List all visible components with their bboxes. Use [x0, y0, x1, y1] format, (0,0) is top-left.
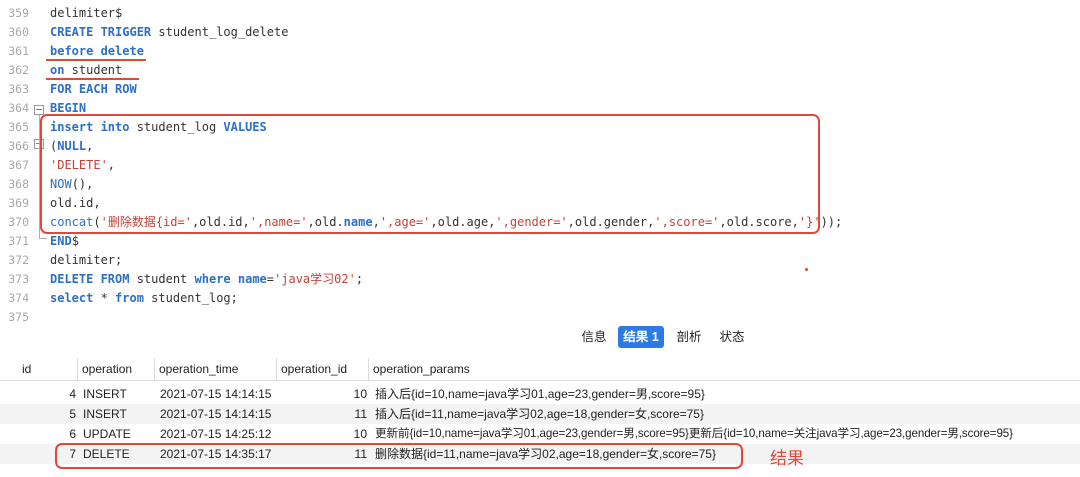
code-token: END	[50, 234, 72, 248]
code-token: student_log;	[143, 291, 238, 305]
line-number: 364	[8, 101, 29, 115]
line-number: 368	[8, 177, 29, 191]
code-token: ));	[820, 215, 843, 229]
line-number: 372	[8, 253, 29, 267]
column-header-operation-params[interactable]: operation_params	[368, 358, 1080, 380]
line-number: 363	[8, 82, 29, 96]
code-text: select * from student_log;	[50, 289, 238, 308]
code-token: delimiter$	[50, 6, 123, 20]
table-row[interactable]: 5 INSERT 2021-07-15 14:14:15 11 插入后{id=1…	[0, 404, 1080, 424]
cell-operation-time: 2021-07-15 14:14:15	[160, 407, 272, 421]
underline-on-student	[46, 78, 139, 80]
code-line[interactable]: 360 CREATE TRIGGER student_log_delete	[0, 23, 1080, 42]
code-token: CREATE TRIGGER	[50, 25, 152, 39]
line-number: 362	[8, 63, 29, 77]
code-token: DELETE FROM	[50, 272, 130, 286]
code-line[interactable]: 371 END$	[0, 232, 1080, 251]
cell-operation: INSERT	[83, 407, 127, 421]
code-text: CREATE TRIGGER student_log_delete	[50, 23, 288, 42]
code-text: delimiter$	[50, 4, 122, 23]
line-number: 359	[8, 6, 29, 20]
annotation-dot	[805, 268, 808, 271]
cell-id: 6	[69, 427, 76, 441]
table-row[interactable]: 4 INSERT 2021-07-15 14:14:15 10 插入后{id=1…	[0, 384, 1080, 404]
underline-before-delete	[46, 59, 146, 61]
code-token: 'java学习02'	[274, 272, 356, 286]
grid-header: id operation operation_time operation_id…	[0, 358, 1080, 381]
result-annotation-label: 结果	[770, 449, 804, 468]
line-number: 371	[8, 234, 29, 248]
code-token: student	[129, 272, 195, 286]
code-text: DELETE FROM student where name='java学习02…	[50, 270, 363, 289]
line-number: 370	[8, 215, 29, 229]
code-line[interactable]: 361 before delete	[0, 42, 1080, 61]
highlight-box-delete-row	[55, 443, 743, 469]
code-token: name	[237, 272, 267, 286]
code-text: FOR EACH ROW	[50, 80, 137, 99]
code-token: student	[64, 63, 123, 77]
code-token: before delete	[50, 44, 144, 58]
column-header-operation-time[interactable]: operation_time	[154, 358, 276, 380]
code-token: student_log_delete	[151, 25, 289, 39]
code-token: FOR EACH ROW	[50, 82, 137, 96]
code-token: from	[115, 291, 144, 305]
cell-operation-id: 11	[354, 407, 367, 421]
code-token: $	[71, 234, 79, 248]
code-line[interactable]: 373 DELETE FROM student where name='java学…	[0, 270, 1080, 289]
cell-operation: UPDATE	[83, 427, 131, 441]
column-header-id[interactable]: id	[18, 358, 77, 380]
column-header-operation[interactable]: operation	[77, 358, 154, 380]
code-line[interactable]: 372 delimiter;	[0, 251, 1080, 270]
line-number: 367	[8, 158, 29, 172]
cell-id: 4	[69, 387, 76, 401]
line-number: 375	[8, 310, 29, 322]
cell-operation-params: 插入后{id=10,name=java学习01,age=23,gender=男,…	[375, 387, 705, 401]
code-token: ;	[355, 272, 364, 286]
code-text: delimiter;	[50, 251, 122, 270]
code-line[interactable]: 363 FOR EACH ROW	[0, 80, 1080, 99]
cell-operation-id: 10	[353, 387, 367, 401]
code-line[interactable]: 359 delimiter$	[0, 4, 1080, 23]
line-number: 361	[8, 44, 29, 58]
sql-editor[interactable]: 359 delimiter$ 360 CREATE TRIGGER student_l…	[0, 0, 1080, 322]
column-header-operation-id[interactable]: operation_id	[276, 358, 368, 380]
line-number: 374	[8, 291, 29, 305]
code-token: *	[93, 291, 116, 305]
code-token: delimiter;	[50, 253, 123, 267]
cell-operation-id: 10	[353, 427, 367, 441]
code-line[interactable]: 374 select * from student_log;	[0, 289, 1080, 308]
cell-operation-params: 更新前{id=10,name=java学习01,age=23,gender=男,…	[375, 427, 1013, 440]
code-token: =	[266, 272, 275, 286]
cell-operation: INSERT	[83, 387, 127, 401]
code-token: BEGIN	[50, 101, 87, 115]
line-number: 369	[8, 196, 29, 210]
line-number: 366	[8, 139, 29, 153]
cell-operation-time: 2021-07-15 14:25:12	[160, 427, 272, 441]
line-number: 365	[8, 120, 29, 134]
tab-status[interactable]: 状态	[716, 326, 748, 348]
tab-info[interactable]: 信息	[578, 326, 610, 348]
code-token: select	[50, 291, 94, 305]
code-token: where	[194, 272, 231, 286]
code-text: END$	[50, 232, 79, 251]
tab-result-1[interactable]: 结果 1	[618, 326, 664, 348]
cell-id: 5	[69, 407, 76, 421]
table-row[interactable]: 6 UPDATE 2021-07-15 14:25:12 10 更新前{id=1…	[0, 424, 1080, 444]
code-token: on	[50, 63, 65, 77]
highlight-box-insert-statement	[40, 114, 820, 234]
line-number: 360	[8, 25, 29, 39]
result-tab-bar: 信息 结果 1 剖析 状态	[0, 322, 1080, 352]
code-line[interactable]: 362 on student	[0, 61, 1080, 80]
line-number: 373	[8, 272, 29, 286]
cell-operation-params: 插入后{id=11,name=java学习02,age=18,gender=女,…	[375, 407, 704, 421]
tab-profile[interactable]: 剖析	[673, 326, 705, 348]
code-line[interactable]: 375	[0, 308, 1080, 322]
cell-operation-time: 2021-07-15 14:14:15	[160, 387, 272, 401]
